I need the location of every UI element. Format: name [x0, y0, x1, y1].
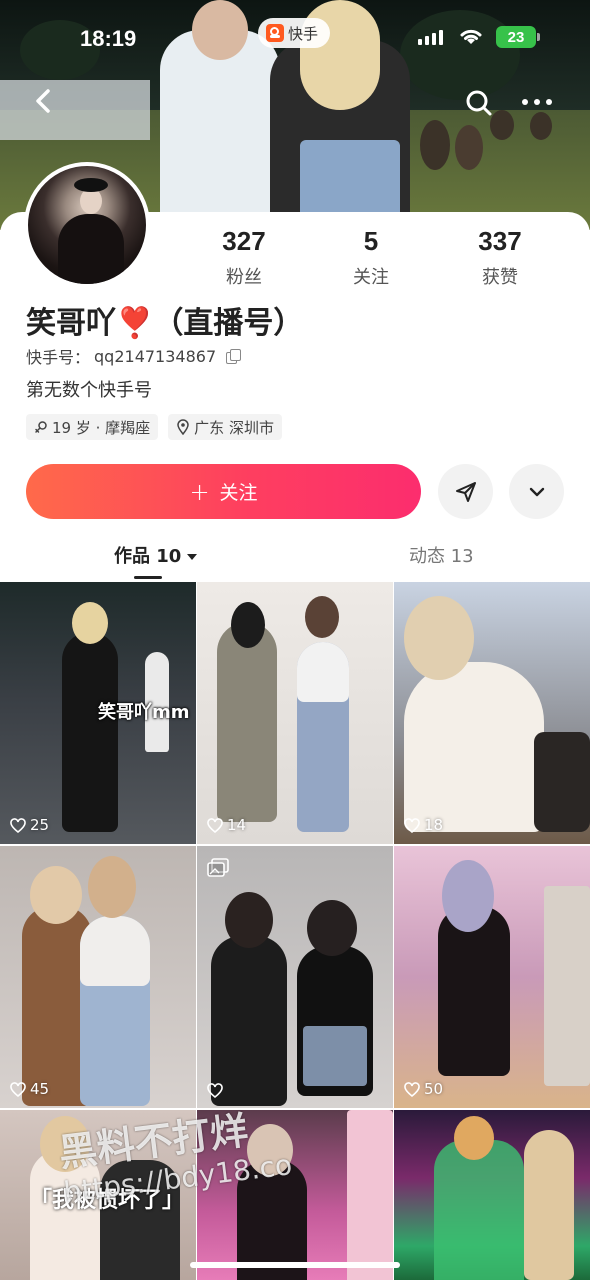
post-likes-count: 45: [30, 1080, 50, 1098]
tab-works[interactable]: 作品 10: [114, 542, 198, 568]
status-time: 18:19: [80, 26, 137, 51]
post-tile[interactable]: 45: [0, 846, 196, 1108]
post-tile[interactable]: 14: [197, 582, 393, 844]
post-likes: [207, 1083, 227, 1098]
cover-crowd: [455, 125, 483, 170]
post-tile[interactable]: [394, 1110, 590, 1280]
tab-indicator: [134, 576, 162, 579]
gender-icon: [35, 421, 47, 433]
stat-followers[interactable]: 327 粉丝: [184, 226, 304, 289]
heart-outline-icon: [10, 817, 26, 833]
cover-building: [0, 80, 150, 140]
tag-age-text: 19 岁 · 摩羯座: [52, 418, 151, 437]
post-likes: 18: [404, 816, 443, 834]
tag-age: 19 岁 · 摩羯座: [26, 414, 159, 440]
content-tabs: 作品 10 动态 13: [0, 530, 590, 582]
heart-outline-icon: [10, 1081, 26, 1097]
gallery-icon: [207, 858, 229, 877]
profile-name-suffix: （直播号）: [153, 306, 304, 341]
kuaishou-id-label: 快手号：: [26, 348, 91, 367]
post-likes: 14: [207, 816, 246, 834]
post-likes-count: 25: [30, 816, 50, 834]
cover-skirt: [300, 140, 400, 220]
profile-tags: 19 岁 · 摩羯座 广东 深圳市: [26, 414, 282, 440]
post-tile[interactable]: 笑哥吖mm 25: [0, 582, 196, 844]
more-options-button[interactable]: [509, 464, 564, 519]
status-bar: 18:19 快手 23: [0, 0, 590, 80]
signal-icon: [418, 29, 443, 45]
following-label: 关注: [353, 267, 389, 288]
post-tile[interactable]: [197, 846, 393, 1108]
post-likes-count: 14: [227, 816, 247, 834]
post-tile[interactable]: 50: [394, 846, 590, 1108]
back-icon[interactable]: [28, 84, 62, 118]
post-likes: 50: [404, 1080, 443, 1098]
battery-level: 23: [507, 28, 525, 46]
heart-outline-icon: [404, 1081, 420, 1097]
heart-outline-icon: [207, 817, 223, 833]
share-icon: [455, 481, 476, 502]
home-indicator[interactable]: [190, 1262, 400, 1268]
plus-icon: +: [189, 477, 210, 506]
heart-outline-icon: [404, 817, 420, 833]
kuaishou-id-value: qq2147134867: [94, 346, 217, 366]
likes-label: 获赞: [482, 267, 518, 288]
followers-label: 粉丝: [226, 267, 262, 288]
cover-crowd: [530, 112, 552, 140]
battery-icon: 23: [496, 26, 540, 48]
follow-button-label: 关注: [219, 482, 258, 504]
post-likes-count: 18: [424, 816, 444, 834]
cover-crowd: [420, 120, 450, 170]
tag-location: 广东 深圳市: [168, 414, 282, 440]
tab-works-label: 作品 10: [114, 546, 182, 567]
followers-count: 327: [222, 226, 266, 256]
follow-button[interactable]: + 关注: [26, 464, 421, 519]
tab-moments[interactable]: 动态 13: [409, 542, 474, 568]
tab-moments-label: 动态 13: [409, 546, 474, 567]
heart-outline-icon: [207, 1083, 223, 1098]
app-badge[interactable]: 快手: [258, 18, 331, 48]
post-tile[interactable]: 18: [394, 582, 590, 844]
stat-following[interactable]: 5 关注: [311, 226, 431, 289]
following-count: 5: [363, 226, 379, 256]
kuaishou-logo-icon: [266, 24, 284, 42]
stat-likes[interactable]: 337 获赞: [440, 226, 560, 289]
post-likes: 45: [10, 1080, 49, 1098]
search-icon[interactable]: [464, 88, 494, 118]
heart-emoji-icon: ❣️: [116, 306, 154, 341]
more-icon[interactable]: [522, 94, 570, 110]
copy-icon[interactable]: [226, 349, 242, 364]
avatar[interactable]: [24, 162, 150, 288]
likes-count: 337: [478, 226, 522, 256]
post-caption: 笑哥吖mm: [98, 702, 190, 723]
location-icon: [177, 419, 189, 435]
post-likes-count: 50: [424, 1080, 444, 1098]
share-button[interactable]: [438, 464, 493, 519]
app-name: 快手: [288, 24, 319, 43]
profile-name-text: 笑哥吖: [26, 306, 116, 341]
caret-down-icon: [187, 554, 198, 560]
wifi-icon: [460, 29, 482, 44]
tag-location-text: 广东 深圳市: [194, 418, 274, 437]
profile-bio: 第无数个快手号: [26, 380, 152, 401]
post-likes: 25: [10, 816, 49, 834]
chevron-down-icon: [529, 487, 544, 496]
profile-name: 笑哥吖❣️（直播号）: [26, 298, 303, 342]
kuaishou-id[interactable]: 快手号： qq2147134867: [26, 344, 242, 368]
